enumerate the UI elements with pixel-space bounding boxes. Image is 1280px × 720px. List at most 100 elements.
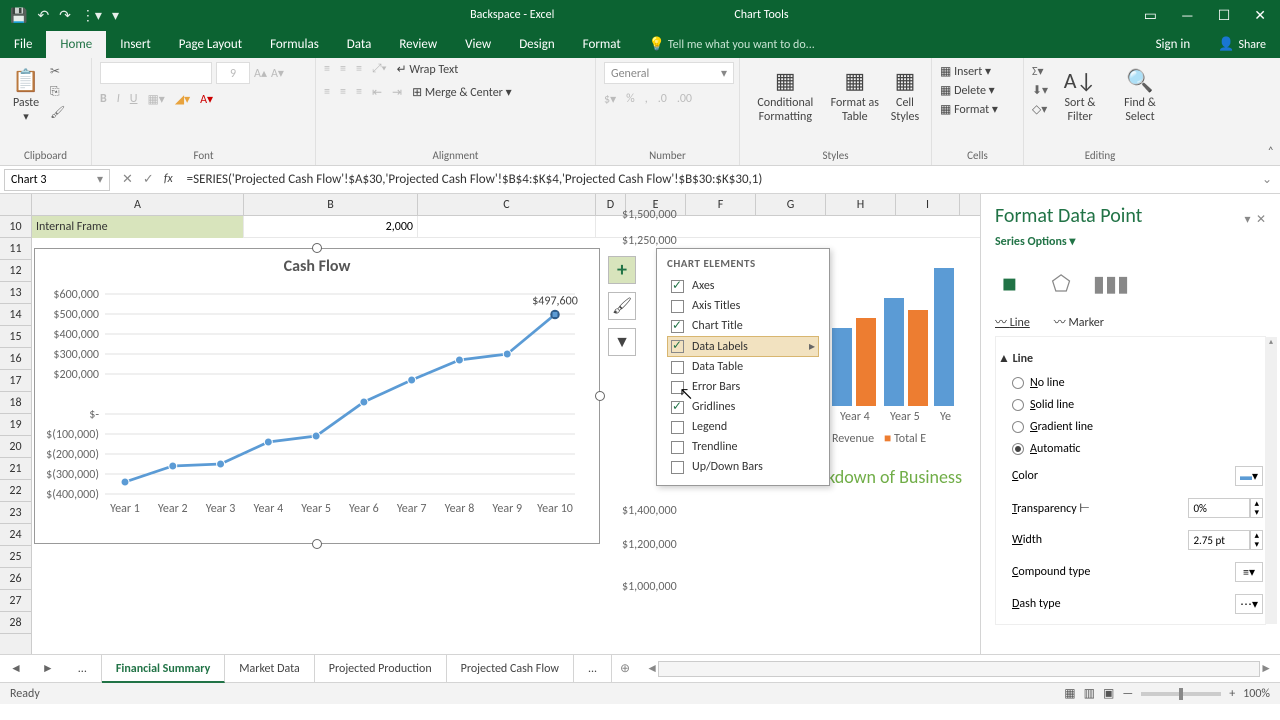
radio-solid-line[interactable]: Solid line <box>998 394 1263 416</box>
view-layout-icon[interactable]: ▥ <box>1084 686 1095 701</box>
share-button[interactable]: 👤 Share <box>1204 31 1280 58</box>
chart-element-gridlines[interactable]: Gridlines <box>667 397 819 417</box>
zoom-level[interactable]: 100% <box>1243 687 1270 701</box>
chart-element-data-labels[interactable]: Data Labels▸ <box>667 336 819 357</box>
decrease-decimal-icon[interactable]: .00 <box>677 92 692 107</box>
horizontal-scrollbar[interactable] <box>658 661 1260 677</box>
clear-icon[interactable]: ◇▾ <box>1032 102 1048 117</box>
tab-page-layout[interactable]: Page Layout <box>165 31 256 58</box>
radio-gradient-line[interactable]: Gradient line <box>998 416 1263 438</box>
comma-icon[interactable]: , <box>645 92 648 107</box>
formula-input[interactable]: =SERIES('Projected Cash Flow'!$A$30,'Pro… <box>181 172 1254 187</box>
sign-in-link[interactable]: Sign in <box>1142 31 1205 58</box>
currency-icon[interactable]: $▾ <box>604 92 616 107</box>
number-format-select[interactable]: General▾ <box>604 62 734 84</box>
merge-center-button[interactable]: ⊞ Merge & Center ▾ <box>412 85 512 100</box>
format-cells-button[interactable]: ▦ Format ▾ <box>940 102 998 117</box>
row-headers[interactable]: 10111213141516171819202122232425262728 <box>0 216 32 654</box>
tab-review[interactable]: Review <box>385 31 451 58</box>
undo-icon[interactable]: ↶ <box>37 7 49 24</box>
hscroll-left-icon[interactable]: ◄ <box>646 661 658 676</box>
tab-scroll-left-icon[interactable]: ◄ <box>0 661 32 676</box>
chart-element-axis-titles[interactable]: Axis Titles <box>667 296 819 316</box>
zoom-slider[interactable] <box>1141 692 1221 696</box>
chart-element-data-table[interactable]: Data Table <box>667 357 819 377</box>
compound-picker[interactable]: ≡▾ <box>1235 562 1263 582</box>
format-as-table-button[interactable]: ▦Format as Table <box>829 62 881 126</box>
zoom-out-icon[interactable]: — <box>1122 687 1133 701</box>
chart-title[interactable]: Cash Flow <box>35 249 599 284</box>
insert-cells-button[interactable]: ▦ Insert ▾ <box>940 64 991 79</box>
bold-icon[interactable]: B <box>100 92 107 107</box>
fill-icon[interactable]: ⬇▾ <box>1032 83 1048 98</box>
cut-icon[interactable]: ✂ <box>50 64 65 79</box>
sheet-tab-more[interactable]: ... <box>574 655 612 683</box>
new-sheet-icon[interactable]: ⊕ <box>612 661 638 676</box>
name-box[interactable]: Chart 3▾ <box>4 169 110 191</box>
increase-indent-icon[interactable]: ⇥ <box>392 85 402 100</box>
cell-styles-button[interactable]: ▦Cell Styles <box>887 62 923 126</box>
zoom-in-icon[interactable]: + <box>1229 687 1235 701</box>
align-middle-icon[interactable]: ≡ <box>340 62 346 77</box>
expand-formula-icon[interactable]: ⌄ <box>1254 172 1280 187</box>
grow-font-icon[interactable]: A▴ <box>254 66 267 81</box>
sort-filter-button[interactable]: A↓Sort & Filter <box>1054 62 1106 126</box>
touch-mode-icon[interactable]: ⋮▾ <box>81 7 102 24</box>
tab-formulas[interactable]: Formulas <box>256 31 333 58</box>
view-break-icon[interactable]: ▣ <box>1103 686 1114 701</box>
shrink-font-icon[interactable]: A▾ <box>271 66 284 81</box>
view-normal-icon[interactable]: ▦ <box>1064 686 1075 701</box>
align-left-icon[interactable]: ≡ <box>324 85 330 100</box>
ribbon-options-icon[interactable]: ▭ <box>1144 7 1157 24</box>
pane-scrollbar[interactable]: ▴ <box>1265 337 1277 624</box>
delete-cells-button[interactable]: ▦ Delete ▾ <box>940 83 995 98</box>
close-icon[interactable]: ✕ <box>1254 7 1266 24</box>
tab-scroll-right-icon[interactable]: ► <box>32 661 64 676</box>
save-icon[interactable]: 💾 <box>10 7 27 24</box>
pane-tab-marker[interactable]: 〰 Marker <box>1054 313 1104 330</box>
transparency-input[interactable] <box>1188 498 1250 518</box>
tab-home[interactable]: Home <box>46 31 106 58</box>
chart-element-error-bars[interactable]: Error Bars <box>667 377 819 397</box>
hscroll-right-icon[interactable]: ► <box>1260 661 1272 676</box>
underline-icon[interactable]: U <box>130 92 138 107</box>
pane-subtitle[interactable]: Series Options ▾ <box>995 234 1266 259</box>
tab-view[interactable]: View <box>451 31 505 58</box>
paste-button[interactable]: 📋Paste▾ <box>8 62 44 125</box>
percent-icon[interactable]: % <box>626 92 635 107</box>
qat-dropdown-icon[interactable]: ▾ <box>112 7 119 24</box>
sheet-tab-ellipsis[interactable]: ... <box>64 655 102 683</box>
autosum-icon[interactable]: Σ▾ <box>1032 64 1048 79</box>
font-color-icon[interactable]: A▾ <box>200 92 213 107</box>
pane-dropdown-icon[interactable]: ▾ <box>1244 213 1250 227</box>
chart-element-axes[interactable]: Axes <box>667 276 819 296</box>
select-all-corner[interactable] <box>0 194 32 216</box>
redo-icon[interactable]: ↷ <box>59 7 71 24</box>
enter-formula-icon[interactable]: ✓ <box>143 172 154 187</box>
tab-file[interactable]: File <box>0 31 46 58</box>
wrap-text-button[interactable]: ↵ Wrap Text <box>397 62 459 77</box>
cell-c10[interactable] <box>418 216 596 238</box>
font-name-input[interactable] <box>100 62 212 84</box>
fill-color-icon[interactable]: ◢▾ <box>175 92 190 107</box>
radio-no-line[interactable]: No line <box>998 372 1263 394</box>
decrease-indent-icon[interactable]: ⇤ <box>372 85 382 100</box>
border-icon[interactable]: ▦▾ <box>147 92 164 107</box>
pane-tab-line[interactable]: 〰 Line <box>995 313 1030 330</box>
increase-decimal-icon[interactable]: .0 <box>658 92 667 107</box>
chart-element-legend[interactable]: Legend <box>667 417 819 437</box>
italic-icon[interactable]: I <box>117 92 120 107</box>
series-options-tab-icon[interactable]: ▮▮▮ <box>1095 267 1127 299</box>
copy-icon[interactable]: ⎘ <box>50 85 65 99</box>
sheet-tab-financial-summary[interactable]: Financial Summary <box>102 655 225 683</box>
align-bottom-icon[interactable]: ≡ <box>356 62 362 77</box>
tab-data[interactable]: Data <box>333 31 386 58</box>
sheet-tab-projected-production[interactable]: Projected Production <box>315 655 447 683</box>
chart-plot-area[interactable]: $600,000$500,000$400,000$300,000$200,000… <box>35 284 595 534</box>
collapse-ribbon-icon[interactable]: ˄ <box>1268 145 1274 159</box>
find-select-button[interactable]: 🔍Find & Select <box>1112 62 1168 126</box>
align-top-icon[interactable]: ≡ <box>324 62 330 77</box>
conditional-formatting-button[interactable]: ▦Conditional Formatting <box>748 62 823 126</box>
sheet-tab-market-data[interactable]: Market Data <box>225 655 315 683</box>
cell-a10[interactable]: Internal Frame <box>32 216 244 238</box>
